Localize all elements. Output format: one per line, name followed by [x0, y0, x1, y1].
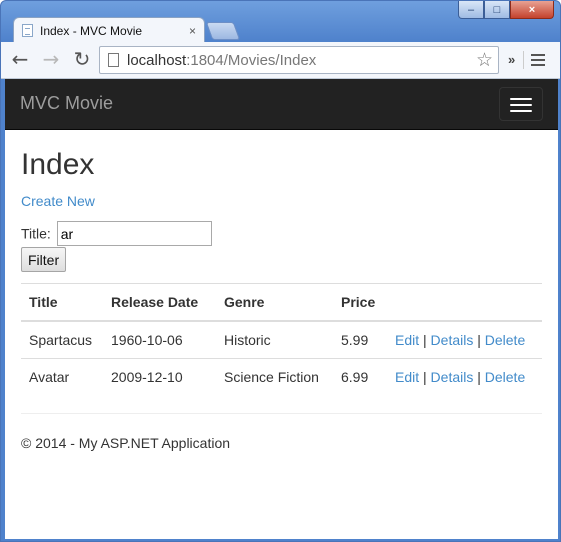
action-separator: | — [423, 369, 427, 385]
toolbar-divider — [523, 51, 524, 69]
column-header-price: Price — [333, 283, 387, 322]
browser-window: Index - MVC Movie × – □ × ← → ↻ localhos… — [0, 0, 561, 542]
edit-link[interactable]: Edit — [395, 332, 419, 348]
delete-link[interactable]: Delete — [485, 332, 525, 348]
browser-toolbar: ← → ↻ localhost:1804/Movies/Index ☆ » — [1, 42, 560, 79]
tab-close-icon[interactable]: × — [189, 24, 196, 38]
footer-text: © 2014 - My ASP.NET Application — [21, 435, 231, 451]
details-link[interactable]: Details — [431, 369, 474, 385]
table-header-row: Title Release Date Genre Price — [21, 283, 542, 322]
filter-form: Title: — [21, 221, 212, 246]
url-path: :1804/Movies/Index — [186, 52, 317, 69]
minimize-button[interactable]: – — [458, 1, 484, 19]
action-separator: | — [477, 332, 481, 348]
cell-price: 6.99 — [333, 358, 387, 395]
reload-icon[interactable]: ↻ — [71, 48, 93, 70]
action-separator: | — [423, 332, 427, 348]
edit-link[interactable]: Edit — [395, 369, 419, 385]
maximize-button[interactable]: □ — [484, 1, 510, 19]
cell-actions: Edit | Details | Delete — [387, 320, 542, 359]
page-title: Index — [21, 148, 95, 181]
star-icon[interactable]: ☆ — [476, 49, 493, 71]
table-row: Spartacus 1960-10-06 Historic 5.99 Edit … — [21, 320, 542, 359]
close-window-button[interactable]: × — [510, 1, 554, 19]
details-link[interactable]: Details — [431, 332, 474, 348]
movies-table: Title Release Date Genre Price Spartacus… — [21, 283, 542, 395]
browser-tab[interactable]: Index - MVC Movie × — [13, 17, 205, 43]
cell-genre: Historic — [216, 320, 333, 359]
menu-icon[interactable] — [531, 54, 545, 69]
tab-title: Index - MVC Movie — [40, 23, 143, 38]
action-separator: | — [477, 369, 481, 385]
url-host: localhost — [127, 52, 187, 69]
cell-price: 5.99 — [333, 320, 387, 359]
footer-divider — [21, 413, 542, 414]
cell-title: Spartacus — [21, 320, 103, 359]
address-bar[interactable]: localhost:1804/Movies/Index ☆ — [99, 46, 499, 74]
page-icon — [108, 53, 119, 67]
new-tab-button[interactable] — [205, 22, 241, 40]
table-row: Avatar 2009-12-10 Science Fiction 6.99 E… — [21, 358, 542, 395]
forward-icon[interactable]: → — [40, 48, 62, 70]
column-header-release-date: Release Date — [103, 283, 216, 322]
column-header-genre: Genre — [216, 283, 333, 322]
cell-release-date: 2009-12-10 — [103, 358, 216, 395]
cell-title: Avatar — [21, 358, 103, 395]
cell-actions: Edit | Details | Delete — [387, 358, 542, 395]
column-header-actions — [387, 283, 542, 322]
title-filter-label: Title: — [21, 225, 51, 242]
column-header-title: Title — [21, 283, 103, 322]
brand-link[interactable]: MVC Movie — [20, 93, 113, 114]
back-icon[interactable]: ← — [9, 48, 31, 70]
page-favicon-icon — [22, 24, 33, 37]
create-new-link[interactable]: Create New — [21, 193, 95, 209]
delete-link[interactable]: Delete — [485, 369, 525, 385]
extensions-overflow-button[interactable]: » — [508, 52, 515, 67]
cell-genre: Science Fiction — [216, 358, 333, 395]
url-text: localhost:1804/Movies/Index — [127, 52, 316, 69]
cell-release-date: 1960-10-06 — [103, 320, 216, 359]
title-filter-input[interactable] — [56, 221, 212, 246]
site-navbar: MVC Movie — [5, 79, 558, 130]
page-viewport: MVC Movie Index Create New Title: Filter… — [5, 79, 558, 539]
filter-button[interactable]: Filter — [21, 247, 67, 272]
hamburger-icon[interactable] — [499, 87, 543, 121]
window-controls: – □ × — [458, 1, 554, 20]
